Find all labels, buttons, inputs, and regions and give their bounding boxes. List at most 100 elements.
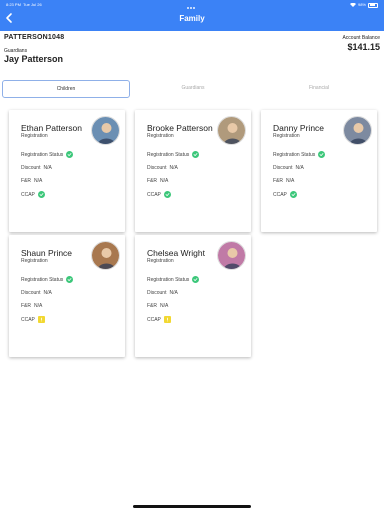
- discount-row: Discount N/A: [21, 165, 52, 171]
- discount-value: N/A: [43, 290, 52, 296]
- account-balance-label: Account Balance: [342, 35, 380, 41]
- child-name: Chelsea Wright: [147, 248, 205, 258]
- child-name: Danny Prince: [273, 123, 325, 133]
- ccap-row: CCAP: [21, 191, 45, 198]
- ccap-label: CCAP: [273, 191, 287, 198]
- page-title: Family: [179, 14, 205, 23]
- account-balance: $141.15: [347, 42, 380, 52]
- fr-value: N/A: [160, 303, 169, 309]
- discount-label: Discount: [21, 290, 41, 296]
- fr-label: F&R: [147, 178, 157, 184]
- child-name: Brooke Patterson: [147, 123, 213, 133]
- ccap-row: CCAP: [273, 191, 297, 198]
- ccap-label: CCAP: [21, 191, 35, 198]
- child-registration-label: Registration: [21, 133, 48, 139]
- fr-row: F&R N/A: [21, 178, 42, 184]
- registration-status-label: Registration Status: [147, 151, 190, 158]
- discount-label: Discount: [21, 165, 41, 171]
- battery-icon: [368, 2, 378, 8]
- registration-status-row: Registration Status: [147, 276, 200, 283]
- registration-status-label: Registration Status: [21, 276, 64, 283]
- avatar: [343, 116, 372, 145]
- discount-value: N/A: [169, 290, 178, 296]
- status-right: 98%: [349, 1, 378, 9]
- registration-status-label: Registration Status: [147, 276, 190, 283]
- status-time: 8:23 PM: [6, 2, 21, 7]
- discount-value: N/A: [295, 165, 304, 171]
- child-registration-label: Registration: [147, 258, 174, 264]
- ccap-check-icon: [289, 191, 297, 198]
- child-name: Shaun Prince: [21, 248, 73, 258]
- registration-status-row: Registration Status: [21, 151, 74, 158]
- ccap-check-icon: [163, 191, 171, 198]
- account-id: PATTERSON1048: [4, 34, 65, 41]
- fr-value: N/A: [34, 178, 43, 184]
- child-card[interactable]: Brooke Patterson Registration Registrati…: [135, 110, 251, 232]
- child-registration-label: Registration: [21, 258, 48, 264]
- fr-label: F&R: [273, 178, 283, 184]
- wifi-icon: [349, 3, 356, 7]
- segmented-tabs: Children Guardians Financial: [2, 80, 382, 98]
- child-card[interactable]: Shaun Prince Registration Registration S…: [9, 235, 125, 357]
- top-app-bar: 8:23 PM Tue Jul 26 98% Family: [0, 0, 384, 31]
- child-registration-label: Registration: [147, 133, 174, 139]
- fr-row: F&R N/A: [273, 178, 294, 184]
- status-time-date: 8:23 PM Tue Jul 26: [6, 1, 42, 9]
- avatar: [91, 241, 120, 270]
- discount-row: Discount N/A: [273, 165, 304, 171]
- home-indicator[interactable]: [133, 505, 251, 508]
- child-card[interactable]: Ethan Patterson Registration Registratio…: [9, 110, 125, 232]
- multitasking-dots-icon[interactable]: [187, 4, 197, 9]
- discount-row: Discount N/A: [21, 290, 52, 296]
- fr-label: F&R: [21, 303, 31, 309]
- child-card[interactable]: Chelsea Wright Registration Registration…: [135, 235, 251, 357]
- avatar: [217, 241, 246, 270]
- registration-check-icon: [192, 276, 200, 283]
- ccap-row: CCAP: [21, 316, 45, 323]
- discount-value: N/A: [43, 165, 52, 171]
- tab-financial[interactable]: Financial: [256, 80, 382, 98]
- ccap-warning-icon: [37, 316, 45, 323]
- fr-value: N/A: [160, 178, 169, 184]
- tab-children[interactable]: Children: [2, 80, 130, 98]
- discount-row: Discount N/A: [147, 290, 178, 296]
- registration-status-label: Registration Status: [21, 151, 64, 158]
- avatar: [91, 116, 120, 145]
- status-bar: 8:23 PM Tue Jul 26 98%: [0, 1, 384, 9]
- registration-status-row: Registration Status: [21, 276, 74, 283]
- ccap-label: CCAP: [147, 191, 161, 198]
- ccap-warning-icon: [163, 316, 171, 323]
- ccap-row: CCAP: [147, 316, 171, 323]
- discount-label: Discount: [147, 290, 167, 296]
- discount-label: Discount: [273, 165, 293, 171]
- ccap-row: CCAP: [147, 191, 171, 198]
- fr-label: F&R: [147, 303, 157, 309]
- registration-check-icon: [66, 151, 74, 158]
- discount-label: Discount: [147, 165, 167, 171]
- fr-label: F&R: [21, 178, 31, 184]
- ccap-label: CCAP: [147, 316, 161, 323]
- fr-value: N/A: [34, 303, 43, 309]
- ccap-label: CCAP: [21, 316, 35, 323]
- registration-status-label: Registration Status: [273, 151, 316, 158]
- child-card[interactable]: Danny Prince Registration Registration S…: [261, 110, 377, 232]
- ccap-check-icon: [37, 191, 45, 198]
- status-date: Tue Jul 26: [23, 2, 42, 7]
- guardian-name: Jay Patterson: [4, 54, 64, 64]
- registration-check-icon: [192, 151, 200, 158]
- registration-status-row: Registration Status: [147, 151, 200, 158]
- registration-check-icon: [66, 276, 74, 283]
- tab-guardians[interactable]: Guardians: [130, 80, 256, 98]
- registration-check-icon: [318, 151, 326, 158]
- fr-row: F&R N/A: [147, 303, 168, 309]
- fr-row: F&R N/A: [21, 303, 42, 309]
- registration-status-row: Registration Status: [273, 151, 326, 158]
- child-name: Ethan Patterson: [21, 123, 82, 133]
- battery-percent: 98%: [357, 2, 366, 7]
- fr-value: N/A: [286, 178, 295, 184]
- child-registration-label: Registration: [273, 133, 300, 139]
- avatar: [217, 116, 246, 145]
- discount-row: Discount N/A: [147, 165, 178, 171]
- discount-value: N/A: [169, 165, 178, 171]
- fr-row: F&R N/A: [147, 178, 168, 184]
